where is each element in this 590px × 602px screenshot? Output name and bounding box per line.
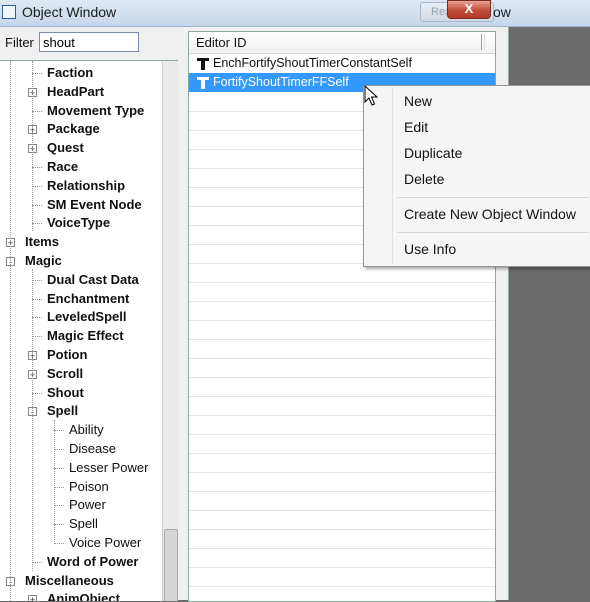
tree-connector [32,317,42,319]
empty-list-row [189,358,495,378]
empty-list-row [189,567,495,587]
tree-item[interactable]: Quest [47,139,84,157]
tree-connector [54,449,64,450]
empty-list-row [189,472,495,492]
tree-item[interactable]: Disease [69,440,116,458]
context-menu: New Edit Duplicate Delete Create New Obj… [363,85,590,267]
tree-item[interactable]: Spell [47,402,78,420]
close-button[interactable]: X [447,0,491,19]
tree-item[interactable]: Potion [47,346,87,364]
menu-item-new[interactable]: New [404,93,432,109]
menu-item-duplicate[interactable]: Duplicate [404,145,462,161]
tree-item[interactable]: Items [25,233,59,251]
list-header[interactable]: Editor ID [189,32,495,54]
tree-item[interactable]: Relationship [47,177,125,195]
tree-connector [32,561,42,563]
tree-connector [32,279,42,281]
expand-icon[interactable]: + [28,595,37,601]
tree-item[interactable]: LeveledSpell [47,308,126,326]
menu-separator [397,197,589,198]
empty-list-row [189,282,495,302]
tree-item[interactable]: Package [47,120,100,138]
tree-scrollbar[interactable] [162,61,178,601]
menu-item-use-info[interactable]: Use Info [404,241,456,257]
tree-connector [32,73,42,74]
empty-list-row [189,415,495,435]
tree-item[interactable]: SM Event Node [47,196,142,214]
window-title: Object Window [22,4,117,20]
title-bar: Object Window Rea X ow [0,0,590,27]
tree-item[interactable]: Magic [25,252,62,270]
tree-connector [54,505,64,507]
empty-list-row [189,529,495,549]
tree-connector [32,167,42,168]
list-row[interactable]: EnchFortifyShoutTimerConstantSelf [189,54,495,73]
menu-item-edit[interactable]: Edit [404,119,428,135]
background-window-title-fragment: ow [493,4,511,20]
tree-connector [54,543,64,544]
tree-item[interactable]: Shout [47,384,84,402]
empty-list-row [189,301,495,321]
empty-list-row [189,434,495,454]
tree-connector [54,467,64,469]
list-row-label: FortifyShoutTimerFFSelf [213,75,349,89]
column-separator[interactable] [481,34,485,50]
tree-item[interactable]: Spell [69,515,98,533]
tree-connector [54,524,64,526]
tree-item[interactable]: Miscellaneous [25,572,114,590]
tree-connector [32,185,42,187]
tree-item[interactable]: HeadPart [47,83,104,101]
tree-connector [32,336,42,338]
tree-connector [54,420,55,544]
tree-item[interactable]: Movement Type [47,102,144,120]
tree-item[interactable]: AnimObject [47,590,120,601]
tree-connector [32,223,42,225]
tree-connector [32,61,33,231]
tree-item[interactable]: Scroll [47,365,83,383]
tree-item[interactable]: VoiceType [47,214,110,232]
mouse-pointer-icon [364,85,379,106]
menu-item-delete[interactable]: Delete [404,171,444,187]
empty-list-row [189,396,495,416]
enchantment-icon [197,77,209,89]
tree-item[interactable]: Lesser Power [69,459,148,477]
empty-list-row [189,453,495,473]
category-tree[interactable]: Faction HeadPart + Movement Type Package + Que… [0,60,178,601]
tree-connector [54,486,64,488]
tree-connector [32,269,33,571]
empty-list-row [189,548,495,568]
tree-item[interactable]: Power [69,496,106,514]
tree-connector [32,204,42,206]
tree-connector [54,430,64,432]
empty-list-row [189,320,495,340]
menu-gutter [392,88,393,264]
tree-item[interactable]: Race [47,158,78,176]
tree-item[interactable]: Dual Cast Data [47,271,139,289]
empty-list-row [189,491,495,511]
tree-item[interactable]: Ability [69,421,104,439]
empty-list-row [189,510,495,530]
editor-id-column-header[interactable]: Editor ID [196,35,247,50]
tree-connector [32,392,42,394]
menu-item-create-new-object-window[interactable]: Create New Object Window [404,206,576,222]
tree-item[interactable]: Voice Power [69,534,141,552]
empty-list-row [189,377,495,397]
tree-connector [32,298,42,300]
menu-separator [397,232,589,233]
filter-label: Filter [5,35,34,50]
list-row-label: EnchFortifyShoutTimerConstantSelf [213,56,412,70]
tree-item[interactable]: Magic Effect [47,327,124,345]
window-icon [2,5,16,19]
tree-connector [10,61,11,601]
tree-item[interactable]: Enchantment [47,290,129,308]
tree-item[interactable]: Poison [69,478,109,496]
tree-scrollbar-thumb[interactable] [164,529,178,601]
enchantment-icon [197,58,209,70]
filter-input[interactable] [39,32,139,52]
empty-list-row [189,339,495,359]
tree-connector [32,110,42,112]
tree-item[interactable]: Faction [47,64,93,82]
tree-item[interactable]: Word of Power [47,553,138,571]
